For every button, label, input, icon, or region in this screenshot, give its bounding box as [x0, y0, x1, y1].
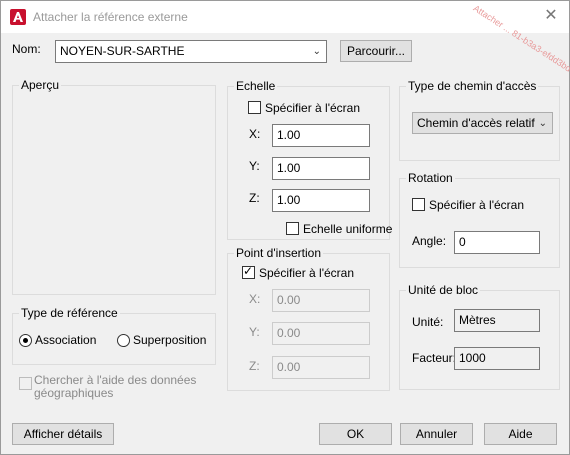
block-unit-title: Unité de bloc [406, 283, 481, 297]
scale-title: Echelle [234, 79, 278, 93]
scale-y-input[interactable]: 1.00 [272, 157, 370, 180]
browse-button[interactable]: Parcourir... [340, 40, 412, 62]
path-type-value: Chemin d'accès relatif [417, 116, 535, 130]
insertion-specify-checkbox[interactable] [242, 264, 255, 279]
association-radio[interactable] [19, 334, 32, 347]
preview-title: Aperçu [19, 78, 62, 92]
insertion-z-input[interactable]: 0.00 [272, 356, 370, 379]
uniform-scale-checkbox[interactable] [286, 222, 299, 235]
block-unit-group: Unité de bloc Unité: Mètres Facteur: 100… [399, 283, 560, 390]
scale-x-label: X: [249, 127, 261, 141]
scale-specify-checkbox[interactable] [248, 101, 261, 114]
chevron-down-icon: ⌄ [312, 46, 321, 57]
window-title: Attacher la référence externe [33, 10, 188, 24]
insertion-specify-label[interactable]: Spécifier à l'écran [259, 266, 354, 280]
insertion-x-label: X: [249, 292, 261, 306]
insertion-x-input[interactable]: 0.00 [272, 289, 370, 312]
rotation-title: Rotation [406, 171, 455, 185]
insertion-title: Point d'insertion [234, 246, 324, 260]
close-icon[interactable]: ✕ [541, 6, 561, 26]
ok-button[interactable]: OK [319, 423, 392, 445]
overlay-label[interactable]: Superposition [133, 333, 206, 347]
scale-specify-label[interactable]: Spécifier à l'écran [265, 101, 360, 115]
unit-value: Mètres [454, 309, 540, 332]
angle-label: Angle: [412, 234, 447, 248]
insertion-y-input[interactable]: 0.00 [272, 322, 370, 345]
association-label[interactable]: Association [35, 333, 96, 347]
geo-label-line2: géographiques [34, 386, 114, 400]
unit-label: Unité: [412, 315, 444, 329]
path-type-group: Type de chemin d'accès Chemin d'accès re… [399, 79, 560, 161]
angle-input[interactable]: 0 [454, 231, 540, 254]
insertion-point-group: Point d'insertion Spécifier à l'écran X:… [227, 246, 390, 391]
uniform-scale-label[interactable]: Echelle uniforme [303, 222, 392, 236]
path-type-dropdown[interactable]: Chemin d'accès relatif ⌄ [412, 112, 553, 134]
rotation-specify-label[interactable]: Spécifier à l'écran [429, 198, 524, 212]
factor-label: Facteur: [412, 351, 457, 365]
autocad-logo-icon [10, 9, 26, 25]
scale-group: Echelle Spécifier à l'écran X: 1.00 Y: 1… [227, 79, 392, 240]
scale-z-input[interactable]: 1.00 [272, 189, 370, 212]
scale-y-label: Y: [249, 159, 260, 173]
scale-z-label: Z: [249, 191, 260, 205]
rotation-group: Rotation Spécifier à l'écran Angle: 0 [399, 171, 560, 268]
insertion-z-label: Z: [249, 359, 260, 373]
cancel-button[interactable]: Annuler [400, 423, 473, 445]
geo-checkbox[interactable] [19, 377, 32, 390]
show-details-button[interactable]: Afficher détails [12, 423, 114, 445]
help-button[interactable]: Aide [484, 423, 557, 445]
path-type-title: Type de chemin d'accès [406, 79, 539, 93]
reference-type-title: Type de référence [19, 306, 120, 320]
attach-xref-dialog: Attacher la référence externe Attacher .… [0, 0, 570, 455]
chevron-down-icon: ⌄ [538, 118, 547, 129]
name-dropdown[interactable]: NOYEN-SUR-SARTHE ⌄ [55, 40, 327, 63]
rotation-specify-checkbox[interactable] [412, 198, 425, 211]
factor-value: 1000 [454, 347, 540, 370]
overlay-radio[interactable] [117, 334, 130, 347]
reference-type-group: Type de référence Association Superposit… [12, 306, 216, 365]
geo-label-line1: Chercher à l'aide des données [34, 373, 197, 387]
insertion-y-label: Y: [249, 325, 260, 339]
name-label: Nom: [12, 42, 41, 56]
title-bar: Attacher la référence externe Attacher .… [1, 1, 570, 82]
preview-group: Aperçu [12, 78, 216, 295]
scale-x-input[interactable]: 1.00 [272, 124, 370, 147]
name-value: NOYEN-SUR-SARTHE [60, 44, 185, 58]
